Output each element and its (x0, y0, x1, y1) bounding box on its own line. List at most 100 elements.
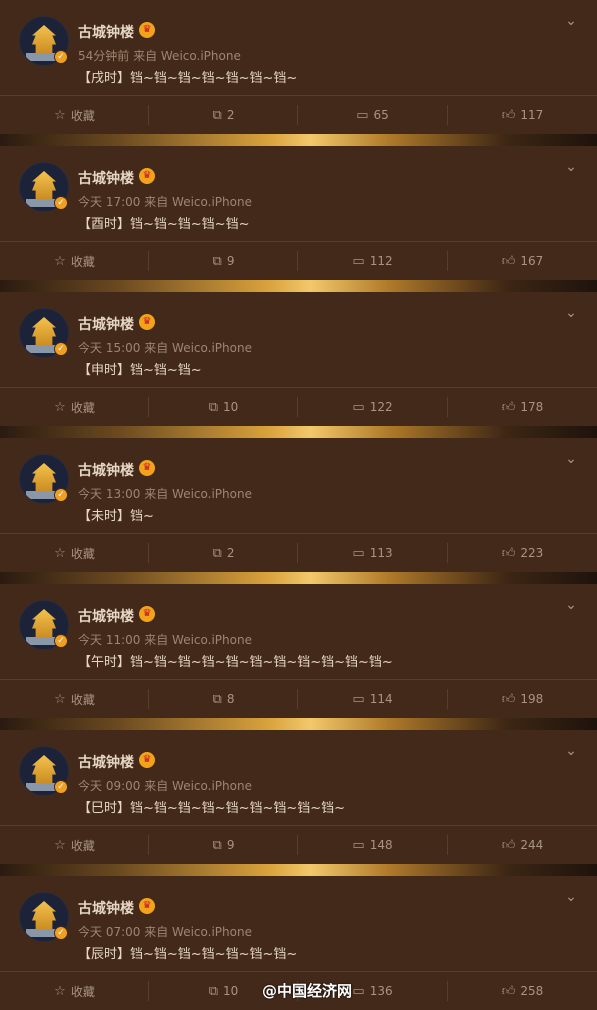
like-count: 167 (520, 254, 544, 268)
favorite-button[interactable]: ☆ 收藏 (0, 388, 149, 426)
watermark: @中国经济网 (262, 982, 353, 1000)
like-button[interactable]: 👍︎ 178 (448, 388, 597, 426)
comment-icon: ▭ (352, 837, 365, 853)
post-card: ✓ 古城钟楼 ♛ 今天 15:00 来自 Weico.iPhone 【申时】铛~… (0, 292, 597, 426)
action-bar: ☆ 收藏 ⧉ 10 ▭ 122 👍︎ 178 (0, 388, 597, 426)
like-button[interactable]: 👍︎ 244 (448, 826, 597, 864)
post-text: 【未时】铛~ (78, 509, 154, 524)
comment-button[interactable]: ▭ 113 (298, 534, 447, 572)
author-name[interactable]: 古城钟楼 (78, 22, 134, 42)
post-card: ✓ 古城钟楼 ♛ 今天 11:00 来自 Weico.iPhone 【午时】铛~… (0, 584, 597, 718)
post-text: 【酉时】铛~铛~铛~铛~铛~ (78, 217, 250, 232)
post-card: ✓ 古城钟楼 ♛ 今天 09:00 来自 Weico.iPhone 【巳时】铛~… (0, 730, 597, 864)
comment-count: 65 (373, 108, 389, 122)
thumbs-up-icon: 👍︎ (501, 253, 516, 269)
share-icon: ⧉ (208, 399, 218, 415)
comment-icon: ▭ (352, 691, 365, 707)
vip-crown-icon: ♛ (139, 22, 155, 38)
vip-crown-icon: ♛ (139, 752, 155, 768)
repost-button[interactable]: ⧉ 8 (149, 680, 298, 718)
repost-count: 8 (226, 692, 235, 706)
favorite-button[interactable]: ☆ 收藏 (0, 534, 149, 572)
comment-count: 114 (369, 692, 393, 706)
comment-count: 148 (369, 838, 393, 852)
verified-badge-icon: ✓ (54, 50, 68, 64)
chevron-down-icon[interactable]: ⌄ (564, 306, 578, 320)
comment-button[interactable]: ▭ 114 (298, 680, 447, 718)
vip-crown-icon: ♛ (139, 898, 155, 914)
like-button[interactable]: 👍︎ 258 (448, 972, 597, 1010)
like-button[interactable]: 👍︎ 117 (448, 96, 597, 134)
post-text: 【午时】铛~铛~铛~铛~铛~铛~铛~铛~铛~铛~铛~ (78, 655, 393, 670)
author-name[interactable]: 古城钟楼 (78, 752, 134, 772)
thumbs-up-icon: 👍︎ (501, 691, 516, 707)
repost-count: 9 (226, 838, 235, 852)
verified-badge-icon: ✓ (54, 488, 68, 502)
like-count: 178 (520, 400, 544, 414)
share-icon: ⧉ (212, 837, 222, 853)
thumbs-up-icon: 👍︎ (501, 837, 516, 853)
vip-crown-icon: ♛ (139, 460, 155, 476)
chevron-down-icon[interactable]: ⌄ (564, 160, 578, 174)
star-icon: ☆ (54, 545, 66, 561)
action-bar: ☆ 收藏 ⧉ 2 ▭ 65 👍︎ 117 (0, 96, 597, 134)
comment-count: 112 (369, 254, 393, 268)
comment-icon: ▭ (352, 253, 365, 269)
favorite-label: 收藏 (70, 108, 95, 123)
action-bar: ☆ 收藏 ⧉ 8 ▭ 114 👍︎ 198 (0, 680, 597, 718)
comment-button[interactable]: ▭ 65 (298, 96, 447, 134)
like-count: 117 (520, 108, 544, 122)
thumbs-up-icon: 👍︎ (501, 107, 516, 123)
repost-count: 10 (223, 400, 239, 414)
post-card: ✓ 古城钟楼 ♛ 今天 13:00 来自 Weico.iPhone 【未时】铛~… (0, 438, 597, 572)
post-text: 【巳时】铛~铛~铛~铛~铛~铛~铛~铛~铛~ (78, 801, 346, 816)
chevron-down-icon[interactable]: ⌄ (564, 452, 578, 466)
like-button[interactable]: 👍︎ 223 (448, 534, 597, 572)
chevron-down-icon[interactable]: ⌄ (564, 744, 578, 758)
repost-count: 2 (226, 546, 235, 560)
chevron-down-icon[interactable]: ⌄ (564, 14, 578, 28)
author-name[interactable]: 古城钟楼 (78, 168, 134, 188)
author-name[interactable]: 古城钟楼 (78, 314, 134, 334)
post-meta: 今天 09:00 来自 Weico.iPhone (78, 779, 252, 793)
author-name[interactable]: 古城钟楼 (78, 606, 134, 626)
like-count: 198 (520, 692, 544, 706)
like-button[interactable]: 👍︎ 167 (448, 242, 597, 280)
favorite-button[interactable]: ☆ 收藏 (0, 242, 149, 280)
author-name[interactable]: 古城钟楼 (78, 460, 134, 480)
favorite-button[interactable]: ☆ 收藏 (0, 96, 149, 134)
repost-button[interactable]: ⧉ 9 (149, 242, 298, 280)
repost-button[interactable]: ⧉ 10 (149, 388, 298, 426)
star-icon: ☆ (54, 691, 66, 707)
favorite-button[interactable]: ☆ 收藏 (0, 972, 149, 1010)
chevron-down-icon[interactable]: ⌄ (564, 890, 578, 904)
share-icon: ⧉ (208, 983, 218, 999)
share-icon: ⧉ (212, 545, 222, 561)
thumbs-up-icon: 👍︎ (501, 983, 516, 999)
comment-count: 113 (369, 546, 393, 560)
post-text: 【戌时】铛~铛~铛~铛~铛~铛~铛~ (78, 71, 298, 86)
background-strip (0, 280, 597, 292)
repost-button[interactable]: ⧉ 2 (149, 96, 298, 134)
favorite-label: 收藏 (70, 546, 95, 561)
background-strip (0, 426, 597, 438)
favorite-button[interactable]: ☆ 收藏 (0, 680, 149, 718)
post-meta: 今天 13:00 来自 Weico.iPhone (78, 487, 252, 501)
share-icon: ⧉ (212, 253, 222, 269)
comment-icon: ▭ (352, 545, 365, 561)
comment-button[interactable]: ▭ 112 (298, 242, 447, 280)
comment-icon: ▭ (352, 983, 365, 999)
like-button[interactable]: 👍︎ 198 (448, 680, 597, 718)
favorite-label: 收藏 (70, 692, 95, 707)
comment-count: 122 (369, 400, 393, 414)
comment-button[interactable]: ▭ 122 (298, 388, 447, 426)
repost-button[interactable]: ⧉ 2 (149, 534, 298, 572)
post-text: 【申时】铛~铛~铛~ (78, 363, 202, 378)
repost-button[interactable]: ⧉ 9 (149, 826, 298, 864)
chevron-down-icon[interactable]: ⌄ (564, 598, 578, 612)
favorite-button[interactable]: ☆ 收藏 (0, 826, 149, 864)
share-icon: ⧉ (212, 107, 222, 123)
comment-button[interactable]: ▭ 148 (298, 826, 447, 864)
like-count: 244 (520, 838, 544, 852)
author-name[interactable]: 古城钟楼 (78, 898, 134, 918)
